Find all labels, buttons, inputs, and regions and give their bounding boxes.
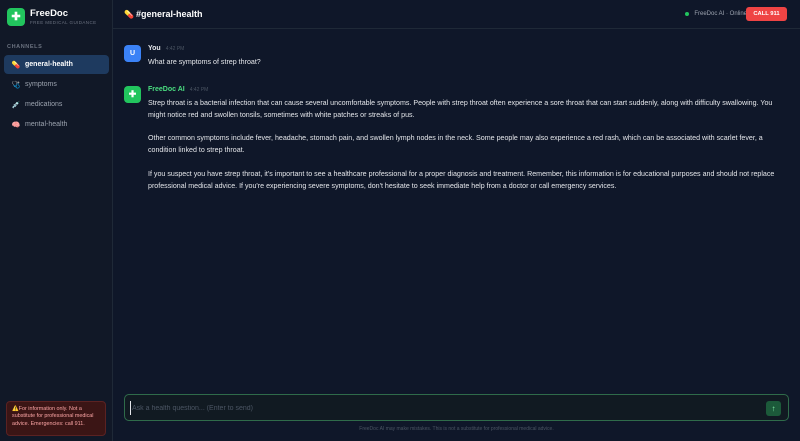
message-assistant: ✚ FreeDoc AI 4:42 PM Strep throat is a b…: [124, 85, 784, 205]
status-text: FreeDoc AI · Online: [694, 11, 747, 17]
message-author: You: [148, 45, 161, 52]
message-text: What are symptoms of strep throat?: [148, 57, 261, 69]
message-author: FreeDoc AI: [148, 85, 185, 93]
pill-icon: 💊: [11, 61, 21, 69]
brand: ✚ FreeDoc FREE MEDICAL GUIDANCE: [7, 8, 97, 26]
medical-cross-icon: ✚: [124, 85, 141, 103]
message-paragraph: What are symptoms of strep throat?: [148, 58, 261, 66]
channel-label: symptoms: [25, 81, 57, 88]
pill-icon: 💊: [124, 9, 134, 19]
message-paragraph: Other common symptoms include fever, hea…: [148, 134, 763, 155]
sidebar-item-medications[interactable]: 💉 medications: [4, 95, 109, 114]
message-paragraph: Strep throat is a bacterial infection th…: [148, 98, 773, 119]
message-list: U You 4:42 PM What are symptoms of strep…: [124, 45, 784, 205]
channel-list: 💊 general-health 🩺 symptoms 💉 medication…: [4, 55, 109, 135]
stethoscope-icon: 🩺: [11, 81, 21, 89]
sidebar: ✚ FreeDoc FREE MEDICAL GUIDANCE CHANNELS…: [0, 0, 113, 441]
channel-label: general-health: [25, 61, 73, 68]
sidebar-item-general-health[interactable]: 💊 general-health: [4, 55, 109, 74]
sidebar-item-symptoms[interactable]: 🩺 symptoms: [4, 75, 109, 94]
chat-header: 💊 #general-health FreeDoc AI · Online CA…: [113, 0, 800, 29]
message-composer: ↑: [124, 394, 789, 421]
channel-label: mental-health: [25, 121, 68, 128]
ai-footnote: FreeDoc AI may make mistakes. This is no…: [359, 426, 554, 432]
medical-disclaimer: ⚠️For information only. Not a substitute…: [6, 401, 106, 436]
message-user: U You 4:42 PM What are symptoms of strep…: [124, 45, 784, 81]
brain-icon: 🧠: [11, 121, 21, 129]
message-input[interactable]: [130, 401, 750, 415]
app-subtitle: FREE MEDICAL GUIDANCE: [30, 20, 97, 26]
message-timestamp: 4:42 PM: [165, 46, 185, 52]
syringe-icon: 💉: [11, 101, 21, 109]
channel-name: #general-health: [135, 9, 203, 19]
message-text: Strep throat is a bacterial infection th…: [148, 98, 784, 193]
avatar: U: [124, 45, 141, 62]
channel-label: medications: [25, 101, 63, 108]
app-name: FreeDoc: [30, 7, 69, 19]
channel-title: 💊 #general-health: [124, 9, 203, 19]
chat-main: 💊 #general-health FreeDoc AI · Online CA…: [113, 0, 800, 441]
medical-cross-icon: ✚: [7, 8, 25, 26]
sidebar-item-mental-health[interactable]: 🧠 mental-health: [4, 115, 109, 134]
status-indicator: FreeDoc AI · Online: [685, 11, 747, 17]
online-dot-icon: [685, 12, 690, 16]
channels-section-label: CHANNELS: [7, 44, 43, 50]
send-button[interactable]: ↑: [766, 401, 781, 416]
message-timestamp: 4:42 PM: [189, 86, 209, 93]
message-paragraph: If you suspect you have strep throat, it…: [148, 169, 775, 190]
call-911-button[interactable]: CALL 911: [746, 7, 787, 21]
